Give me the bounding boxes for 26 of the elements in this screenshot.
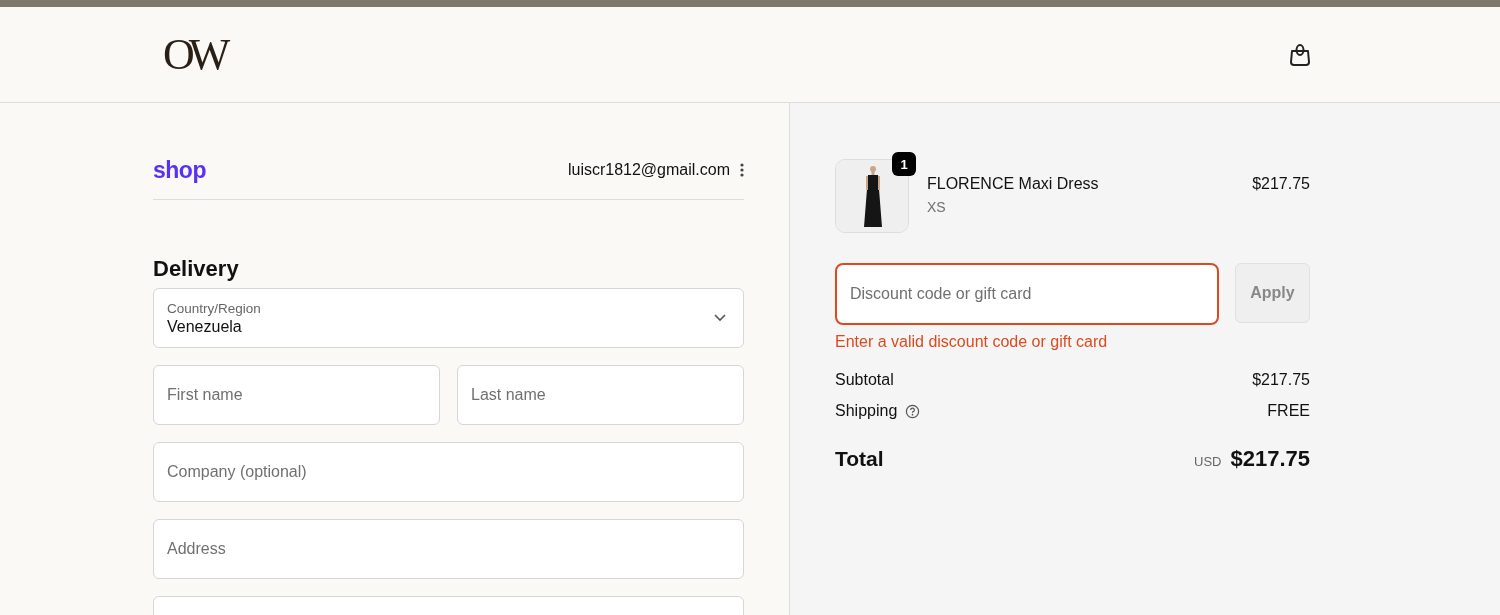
product-price: $217.75	[1252, 174, 1310, 193]
shopping-bag-icon[interactable]	[1288, 41, 1312, 68]
section-title: Delivery	[153, 256, 240, 282]
country-select[interactable]: Country/Region Venezuela	[153, 288, 744, 348]
summary-value: FREE	[1267, 402, 1310, 420]
shop-logo[interactable]: shop	[153, 156, 206, 184]
total-label: Total	[835, 447, 884, 471]
summary-label: Shipping	[835, 402, 898, 420]
input-field[interactable]: First name	[153, 365, 440, 425]
more-options-icon[interactable]	[740, 163, 744, 177]
error-message: Enter a valid discount code or gift card	[835, 333, 1109, 351]
currency-code: USD	[1194, 454, 1222, 469]
discount-field[interactable]: Discount code or gift card	[835, 263, 1219, 325]
input-field[interactable]: Last name	[457, 365, 744, 425]
quantity-badge: 1	[892, 152, 916, 176]
summary-value: $217.75	[1252, 371, 1310, 389]
input-field[interactable]: Address	[153, 519, 744, 579]
total-amount: $217.75	[1230, 446, 1310, 472]
summary-label: Subtotal	[835, 371, 894, 389]
product-name: FLORENCE Maxi Dress	[927, 175, 1100, 193]
help-icon[interactable]	[905, 403, 921, 419]
input-field[interactable]: Company (optional)	[153, 442, 744, 502]
product-variant: XS	[927, 199, 947, 215]
account-email: luiscr1812@gmail.com	[567, 161, 730, 179]
chevron-down-icon	[714, 314, 726, 322]
store-logo[interactable]: OW	[163, 29, 239, 80]
